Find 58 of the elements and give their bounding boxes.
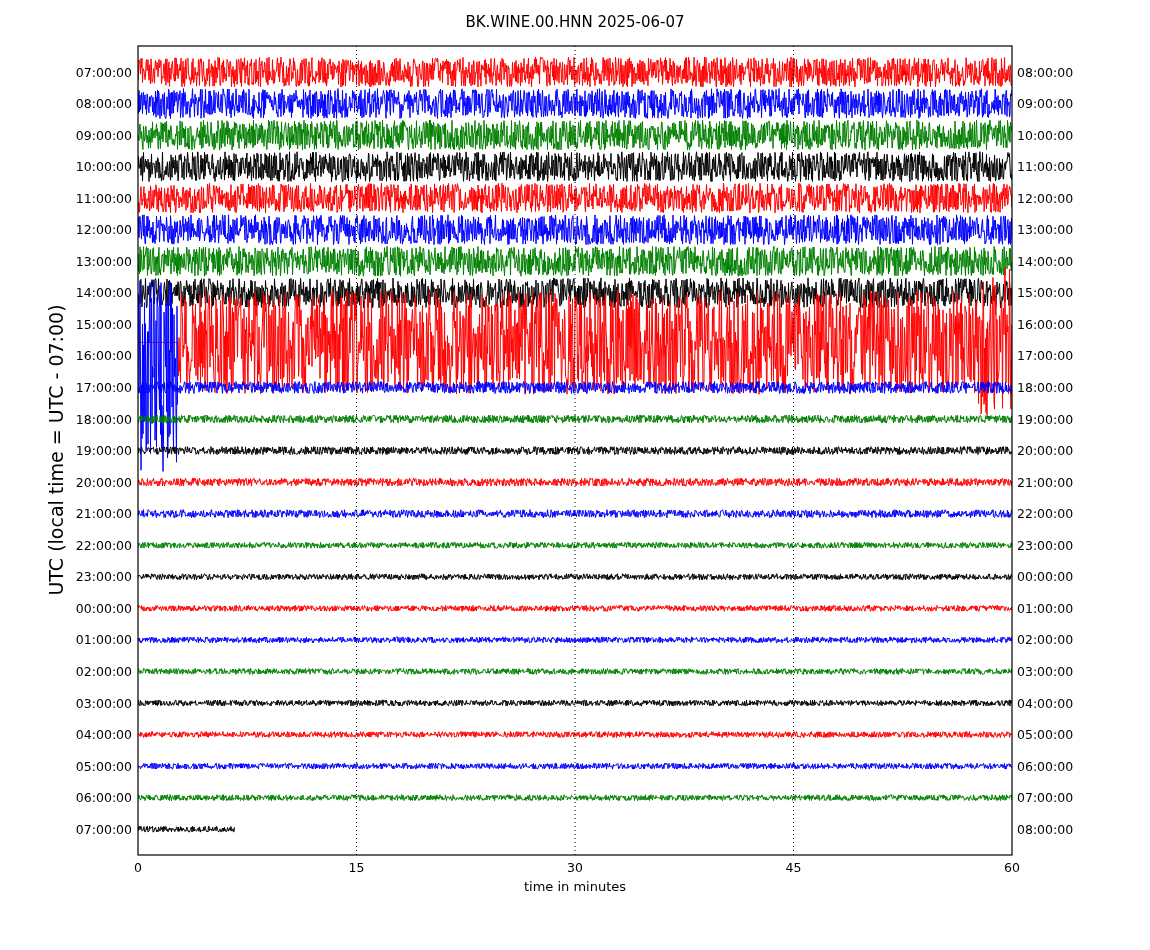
y-tick-label: 17:00:00 — [75, 380, 132, 395]
x-tick-label: 15 — [348, 860, 365, 875]
y-tick-label: 21:00:00 — [1017, 474, 1074, 490]
y-tick-label: 21:00:00 — [75, 506, 132, 522]
y-tick-label: 23:00:00 — [75, 569, 132, 585]
y-tick-label: 18:00:00 — [1017, 380, 1074, 395]
y-tick-label: 03:00:00 — [1017, 663, 1074, 679]
y-tick-label: 05:00:00 — [75, 758, 132, 774]
y-tick-label: 09:00:00 — [75, 127, 132, 143]
y-tick-label: 07:00:00 — [1017, 790, 1074, 806]
chart-title: BK.WINE.00.HNN 2025-06-07 — [465, 13, 685, 31]
y-tick-label: 02:00:00 — [75, 663, 132, 679]
y-tick-label: 14:00:00 — [75, 285, 132, 301]
y-tick-label: 20:00:00 — [1017, 443, 1074, 459]
y-tick-label: 06:00:00 — [75, 790, 132, 806]
y-tick-label: 01:00:00 — [1017, 600, 1074, 616]
y-tick-label: 22:00:00 — [1017, 506, 1074, 522]
y-tick-label: 07:00:00 — [75, 64, 132, 80]
y-axis-label: UTC (local time = UTC - 07:00) — [45, 304, 67, 596]
y-tick-label: 02:00:00 — [1017, 632, 1074, 648]
x-tick-label: 30 — [567, 860, 583, 875]
y-tick-label: 15:00:00 — [75, 316, 132, 332]
y-tick-label: 22:00:00 — [75, 537, 132, 553]
x-tick-label: 0 — [134, 860, 142, 875]
x-tick-label: 60 — [1004, 860, 1020, 875]
y-tick-label: 15:00:00 — [1017, 285, 1074, 301]
y-tick-label: 03:00:00 — [75, 695, 132, 711]
y-tick-label: 11:00:00 — [75, 190, 132, 206]
y-tick-label: 09:00:00 — [1017, 96, 1074, 112]
y-tick-label: 07:00:00 — [75, 821, 132, 837]
y-tick-label: 00:00:00 — [75, 600, 132, 616]
x-axis-label: time in minutes — [523, 879, 627, 894]
y-tick-label: 01:00:00 — [75, 632, 132, 648]
y-tick-label: 08:00:00 — [75, 96, 132, 112]
y-tick-label: 12:00:00 — [1017, 190, 1074, 206]
y-tick-label: 18:00:00 — [75, 411, 132, 427]
y-tick-label: 23:00:00 — [1017, 537, 1074, 553]
y-tick-label: 13:00:00 — [1017, 222, 1074, 238]
y-tick-label: 11:00:00 — [1017, 159, 1074, 175]
y-tick-label: 16:00:00 — [1017, 316, 1074, 332]
y-tick-label: 00:00:00 — [1017, 569, 1074, 585]
y-tick-label: 19:00:00 — [75, 443, 132, 459]
y-tick-label: 19:00:00 — [1017, 411, 1074, 427]
y-tick-label: 10:00:00 — [75, 159, 132, 175]
y-tick-label: 13:00:00 — [75, 253, 132, 269]
y-tick-label: 04:00:00 — [75, 727, 132, 743]
y-tick-label: 17:00:00 — [1017, 348, 1074, 364]
y-tick-label: 05:00:00 — [1017, 727, 1074, 743]
y-tick-label: 10:00:00 — [1017, 127, 1074, 143]
y-tick-label: 20:00:00 — [75, 474, 132, 490]
y-tick-label: 14:00:00 — [1017, 253, 1074, 269]
y-tick-label: 12:00:00 — [75, 222, 132, 238]
y-tick-label: 08:00:00 — [1017, 821, 1074, 837]
y-tick-label: 16:00:00 — [75, 348, 132, 364]
y-tick-label: 08:00:00 — [1017, 64, 1074, 80]
x-tick-label: 45 — [785, 860, 802, 875]
y-tick-label: 04:00:00 — [1017, 695, 1074, 711]
y-tick-label: 06:00:00 — [1017, 758, 1074, 774]
